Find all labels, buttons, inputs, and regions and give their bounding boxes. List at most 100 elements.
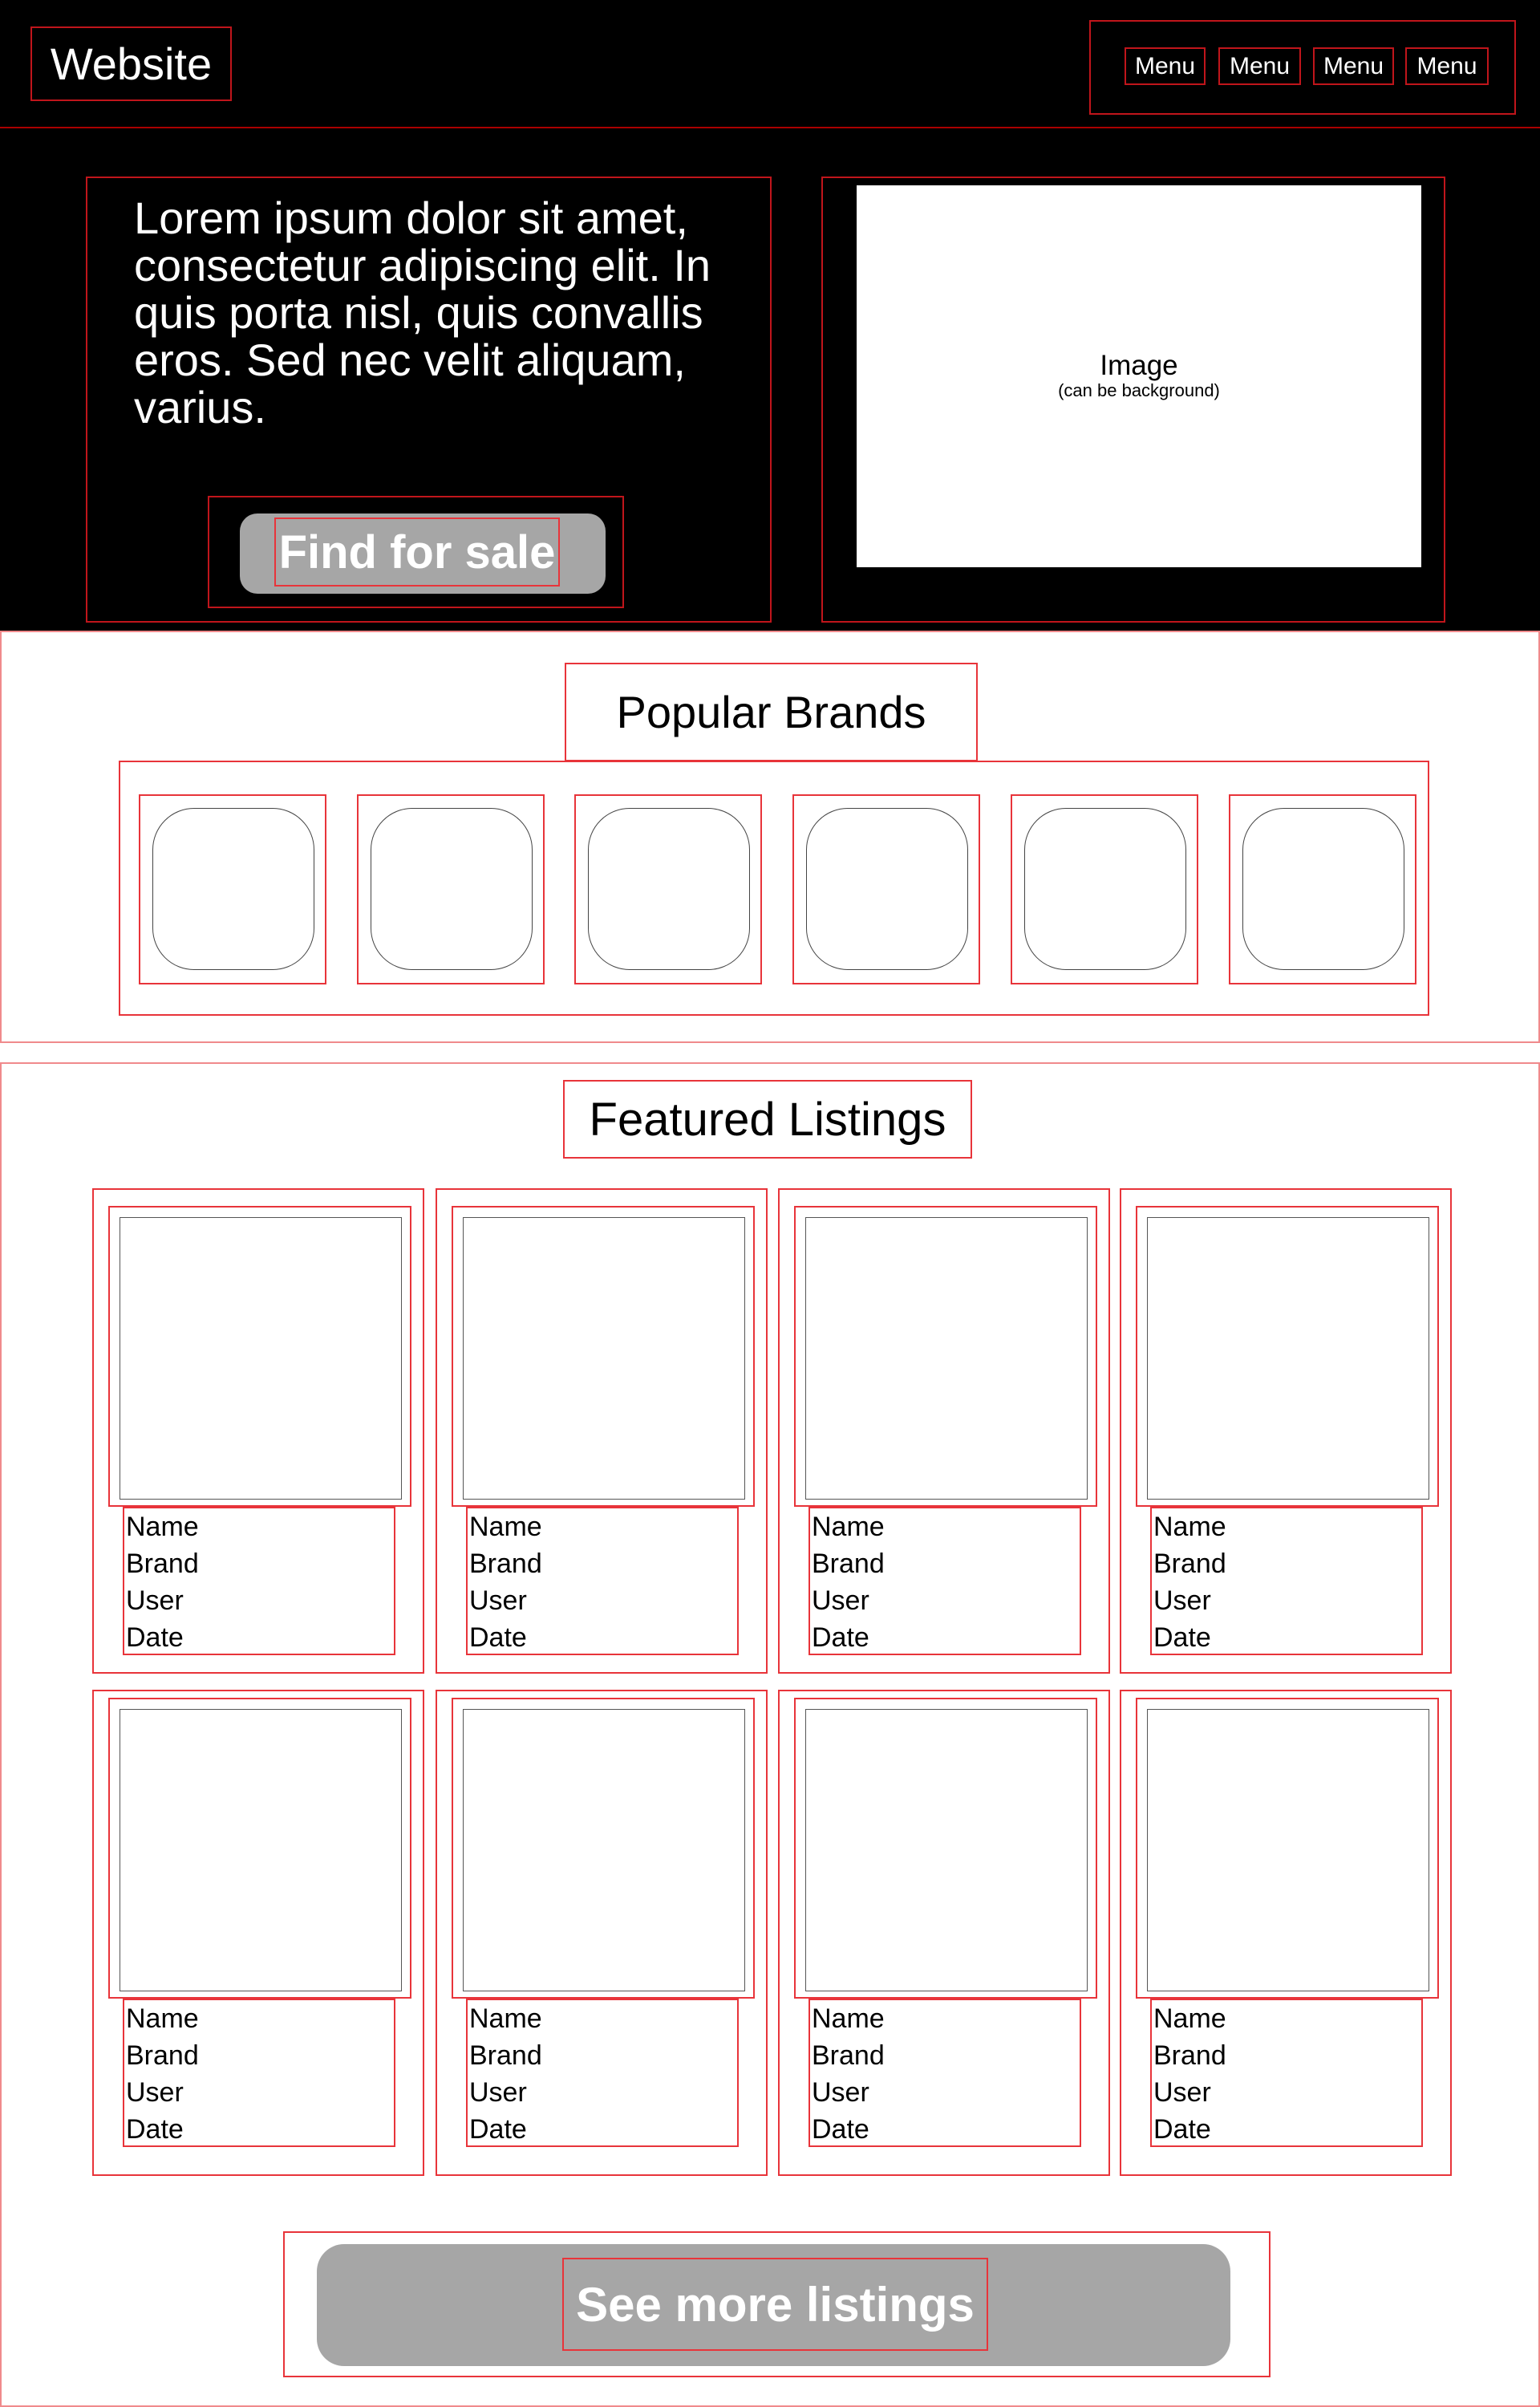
hero-image-subtitle: (can be background) [1058,380,1220,401]
listing-image-frame [108,1206,411,1507]
brand-item-5 [1011,794,1198,984]
hero-image-container: Image (can be background) [821,177,1445,623]
listing-user: User [469,2077,527,2108]
menu-item-2[interactable]: Menu [1218,47,1301,85]
listing-card[interactable]: Name Brand User Date [778,1188,1110,1674]
listing-date: Date [469,1622,527,1653]
listing-info: Name Brand User Date [123,1507,395,1655]
listing-date: Date [126,2114,184,2145]
find-for-sale-label: Find for sale [274,518,560,587]
listing-card[interactable]: Name Brand User Date [92,1188,424,1674]
listing-image[interactable] [120,1709,402,1991]
listing-image[interactable] [805,1217,1088,1500]
listing-image-frame [794,1698,1097,1999]
brand-item-4 [792,794,980,984]
popular-brands-title: Popular Brands [565,663,978,761]
listing-card[interactable]: Name Brand User Date [1120,1690,1452,2176]
menu-item-4[interactable]: Menu [1405,47,1489,85]
listing-brand: Brand [469,1549,542,1579]
menu-item-3[interactable]: Menu [1313,47,1394,85]
brand-item-1 [139,794,326,984]
brand-item-3 [574,794,762,984]
listing-date: Date [1153,1622,1211,1653]
brand-logo[interactable] [371,808,533,970]
listing-user: User [126,2077,184,2108]
listing-info: Name Brand User Date [808,1999,1081,2147]
listing-brand: Brand [812,1549,885,1579]
listing-info: Name Brand User Date [466,1999,739,2147]
site-logo[interactable]: Website [30,26,232,101]
listing-info: Name Brand User Date [808,1507,1081,1655]
featured-listings-section: Featured Listings Name Brand User Date N… [0,1062,1540,2407]
listing-date: Date [812,1622,869,1653]
brand-logo[interactable] [152,808,314,970]
brand-logo[interactable] [806,808,968,970]
listing-brand: Brand [126,1549,199,1579]
listing-card[interactable]: Name Brand User Date [778,1690,1110,2176]
listing-image[interactable] [463,1217,745,1500]
menu-item-1[interactable]: Menu [1125,47,1206,85]
listing-user: User [469,1585,527,1616]
main-nav: Menu Menu Menu Menu [1089,20,1516,115]
listing-date: Date [469,2114,527,2145]
listing-date: Date [126,1622,184,1653]
listing-name: Name [126,1512,199,1542]
listing-name: Name [812,1512,885,1542]
listing-image[interactable] [805,1709,1088,1991]
header: Website Menu Menu Menu Menu [0,0,1540,128]
popular-brands-section: Popular Brands [0,631,1540,1043]
listing-name: Name [126,2003,199,2034]
hero-cta-container: Find for sale [208,496,624,608]
listing-image[interactable] [1147,1217,1429,1500]
hero-section: Lorem ipsum dolor sit amet, consectetur … [0,128,1540,631]
brand-logo[interactable] [1242,808,1404,970]
listing-user: User [812,2077,869,2108]
brands-row [119,761,1429,1016]
listing-user: User [1153,1585,1211,1616]
brand-logo[interactable] [1024,808,1186,970]
listing-info: Name Brand User Date [1150,1999,1423,2147]
listing-info: Name Brand User Date [466,1507,739,1655]
listing-brand: Brand [812,2040,885,2071]
listing-image[interactable] [1147,1709,1429,1991]
hero-text-block: Lorem ipsum dolor sit amet, consectetur … [86,177,772,623]
listing-brand: Brand [469,2040,542,2071]
listing-user: User [126,1585,184,1616]
listing-info: Name Brand User Date [123,1999,395,2147]
listing-date: Date [812,2114,869,2145]
brand-logo[interactable] [588,808,750,970]
listing-name: Name [1153,2003,1226,2034]
hero-image-placeholder: Image (can be background) [857,185,1421,567]
listing-card[interactable]: Name Brand User Date [436,1188,768,1674]
listing-image-frame [108,1698,411,1999]
listing-image-frame [452,1206,755,1507]
listing-date: Date [1153,2114,1211,2145]
see-more-container: See more listings [283,2231,1270,2377]
brand-item-2 [357,794,545,984]
find-for-sale-button[interactable]: Find for sale [240,513,606,594]
listing-info: Name Brand User Date [1150,1507,1423,1655]
listing-card[interactable]: Name Brand User Date [436,1690,768,2176]
listing-image[interactable] [120,1217,402,1500]
listing-brand: Brand [126,2040,199,2071]
listing-brand: Brand [1153,1549,1226,1579]
site-logo-text: Website [50,38,213,89]
see-more-listings-label: See more listings [562,2258,988,2351]
see-more-listings-button[interactable]: See more listings [317,2244,1230,2366]
listing-user: User [1153,2077,1211,2108]
listing-card[interactable]: Name Brand User Date [1120,1188,1452,1674]
brand-item-6 [1229,794,1416,984]
listing-card[interactable]: Name Brand User Date [92,1690,424,2176]
featured-listings-title: Featured Listings [563,1080,972,1159]
listing-image-frame [1136,1698,1439,1999]
listing-image[interactable] [463,1709,745,1991]
listing-user: User [812,1585,869,1616]
listing-name: Name [469,2003,542,2034]
listing-image-frame [452,1698,755,1999]
hero-text: Lorem ipsum dolor sit amet, consectetur … [134,193,711,432]
listing-image-frame [794,1206,1097,1507]
listing-name: Name [1153,1512,1226,1542]
hero-image-title: Image [1100,349,1178,381]
listing-name: Name [469,1512,542,1542]
listing-brand: Brand [1153,2040,1226,2071]
